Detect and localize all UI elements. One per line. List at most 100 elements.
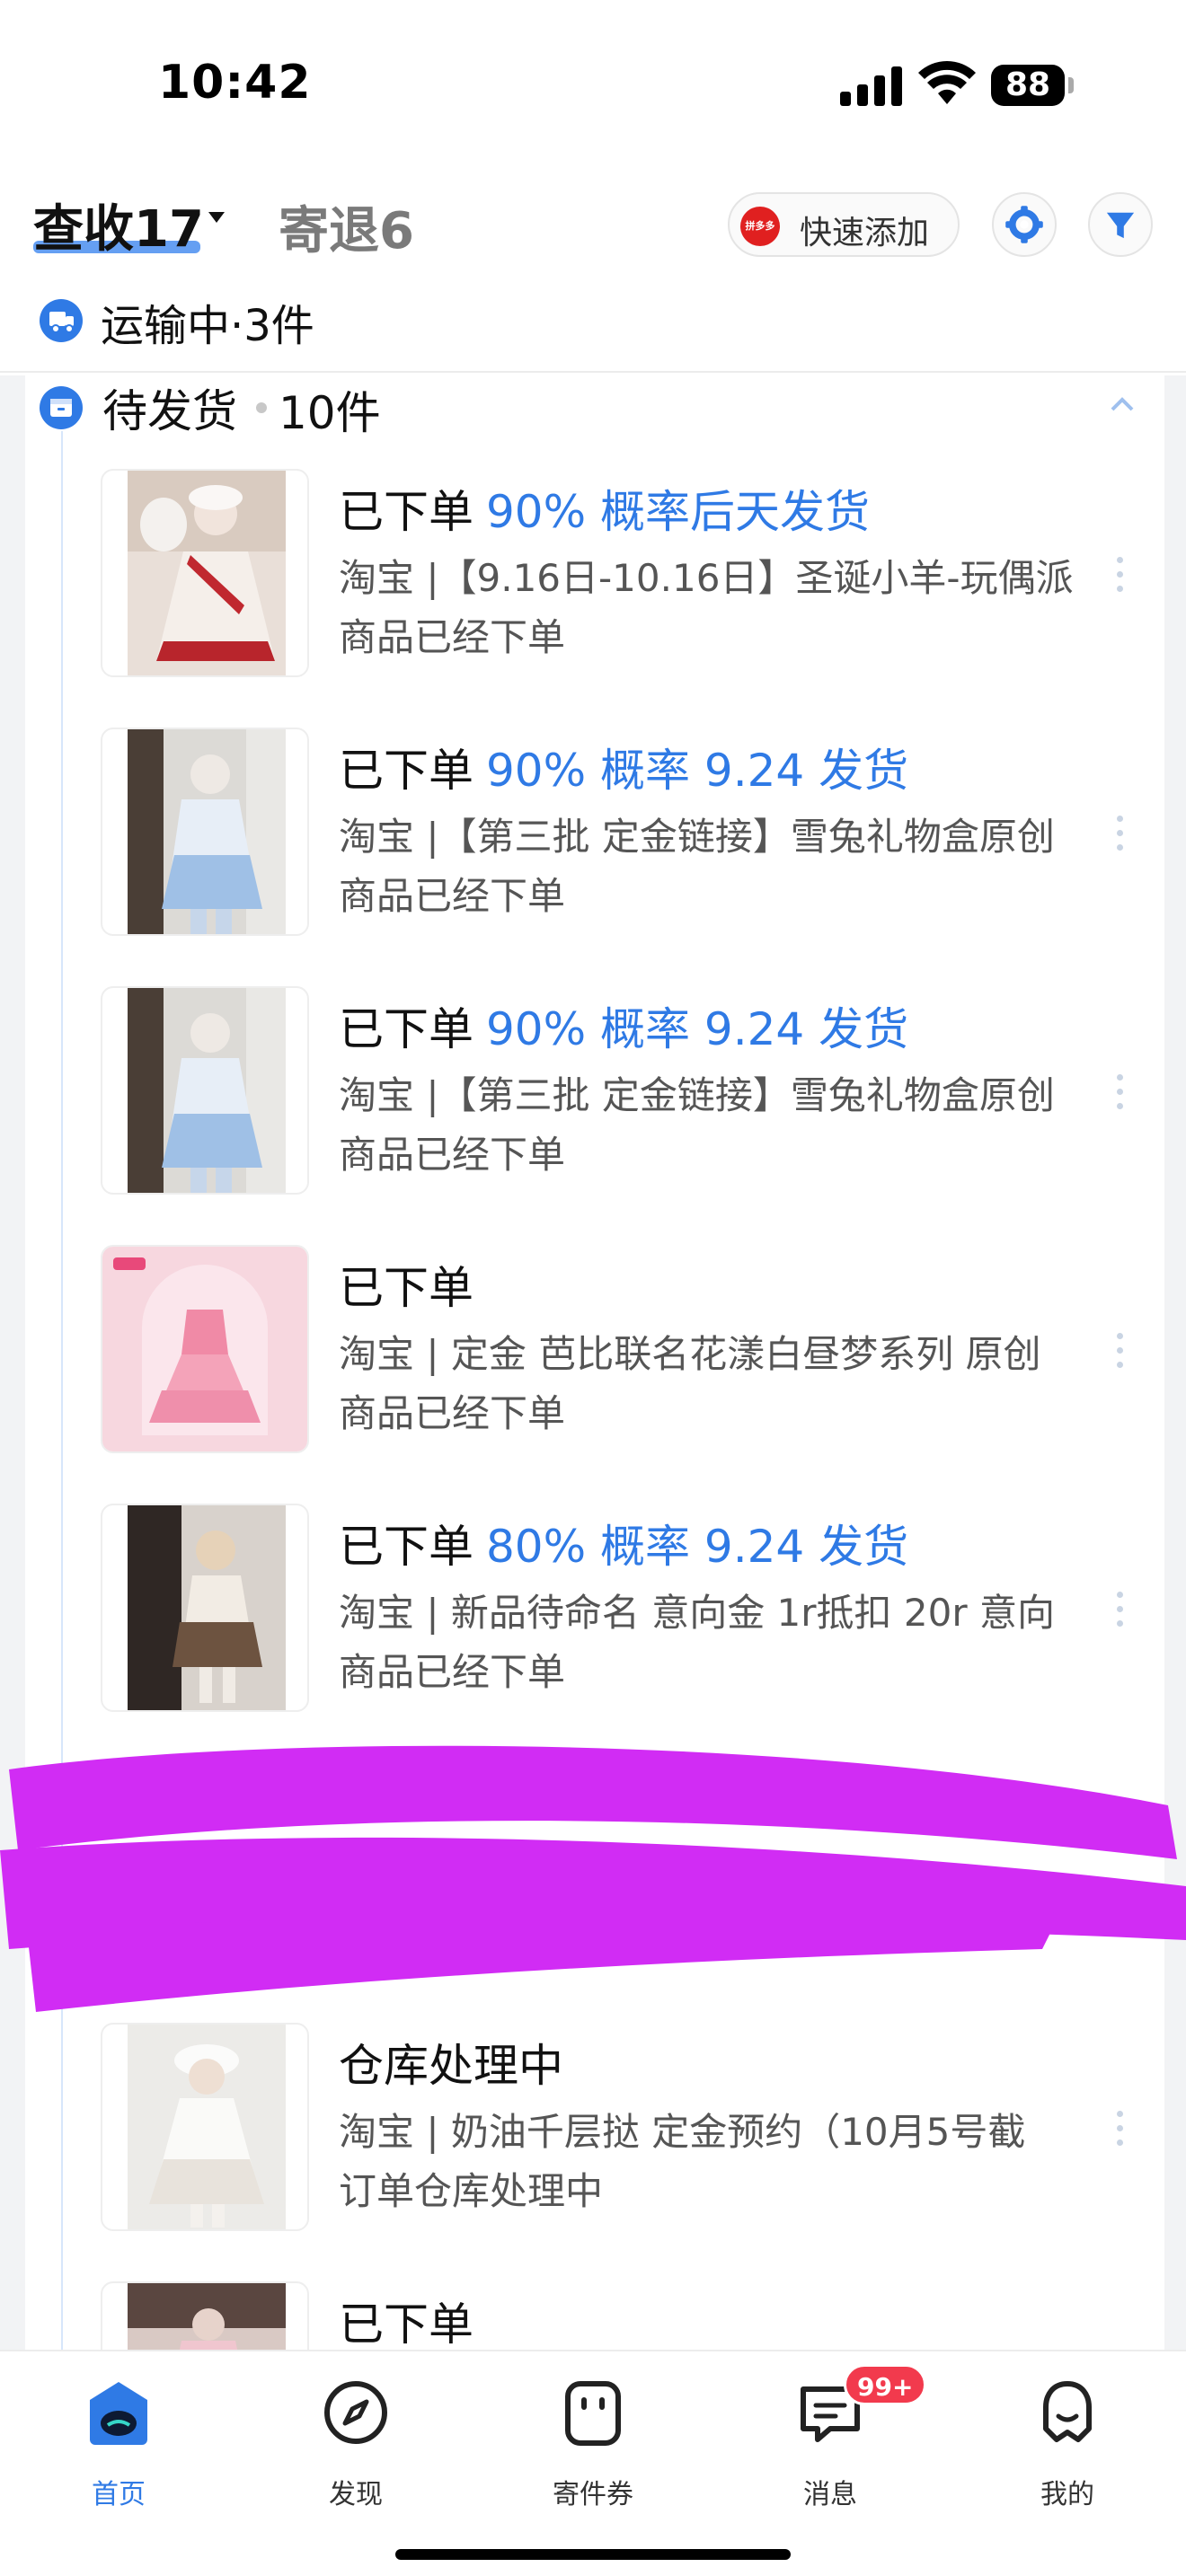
order-title: 淘宝 | 奶油千层挞 定金预约（10月5号截 (339, 2110, 1026, 2154)
product-thumbnail[interactable] (101, 728, 309, 936)
tab-messages[interactable]: 99+ 消息 (758, 2364, 927, 2515)
tab-profile[interactable]: 我的 (996, 2371, 1139, 2515)
order-title: 淘宝 |【9.16日-10.16日】圣诞小羊-玩偶派 (339, 556, 1074, 600)
more-options-icon[interactable] (1114, 1592, 1125, 1633)
separator-dot (256, 402, 267, 413)
unread-badge: 99+ (844, 2364, 927, 2405)
order-status: 已下单 (339, 1252, 486, 1317)
tab-discover[interactable]: 发现 (284, 2371, 428, 2515)
order-status-text: 已下单 (339, 1003, 474, 1055)
order-status: 仓库处理中 (339, 2030, 576, 2095)
tab-send-return[interactable]: 寄退6 (279, 190, 414, 263)
truck-icon (40, 299, 83, 342)
product-photo (128, 729, 286, 934)
battery-tip (1068, 77, 1074, 93)
tab-messages-label: 消息 (803, 2479, 857, 2510)
more-options-icon[interactable] (1114, 816, 1125, 857)
order-status-text: 已下单 (339, 486, 474, 538)
order-title: 淘宝 | 新品待命名 意向金 1r抵扣 20r 意向 (339, 1591, 1055, 1635)
redaction-scribble (0, 1745, 1186, 2012)
order-status-text: 已下单 (339, 2298, 474, 2351)
order-substatus: 商品已经下单 (339, 1133, 566, 1177)
tab-coupons-label: 寄件券 (553, 2479, 633, 2510)
chevron-down-icon[interactable] (208, 212, 225, 223)
order-substatus: 订单仓库处理中 (339, 2169, 604, 2213)
more-options-icon[interactable] (1114, 1333, 1125, 1374)
quick-add-label: 快速添加 (800, 215, 930, 251)
settings-button[interactable] (992, 192, 1057, 257)
product-thumbnail[interactable] (101, 1504, 309, 1712)
shipping-estimate: 80% 概率 9.24 发货 (486, 1521, 909, 1573)
tab-coupons[interactable]: 寄件券 (521, 2371, 665, 2515)
filter-icon (1106, 212, 1135, 239)
profile-icon (1043, 2381, 1092, 2442)
more-options-icon[interactable] (1114, 1074, 1125, 1116)
bottom-tab-bar: 首页 发现 寄件券 99+ 消息 我的 (0, 2350, 1186, 2576)
order-status-text: 已下单 (339, 745, 474, 797)
pending-count: 10件 (279, 387, 381, 439)
product-thumbnail[interactable] (101, 2281, 309, 2353)
in-transit-row[interactable]: 运输中·3件 (0, 283, 1186, 373)
order-status-text: 仓库处理中 (339, 2040, 563, 2092)
order-item[interactable]: 已下单 90% 概率后天发货 淘宝 |【9.16日-10.16日】圣诞小羊-玩偶派… (101, 469, 1143, 684)
order-title: 淘宝 | 定金 芭比联名花漾白昼梦系列 原创 (339, 1332, 1041, 1376)
product-photo (128, 471, 286, 675)
shipping-estimate: 90% 概率后天发货 (486, 486, 871, 538)
box-icon (40, 386, 83, 429)
wifi-icon (918, 61, 976, 104)
more-options-icon[interactable] (1114, 2111, 1125, 2152)
status-bar: 10:42 88 (0, 0, 1186, 171)
header: 查收17 寄退6 拼多多 快速添加 (0, 171, 1186, 278)
status-time: 10:42 (158, 56, 312, 110)
product-thumbnail[interactable] (101, 986, 309, 1195)
in-transit-label: 运输中·3件 (101, 301, 314, 351)
product-thumbnail[interactable] (101, 1245, 309, 1453)
order-substatus: 商品已经下单 (339, 874, 566, 918)
product-thumbnail[interactable] (101, 469, 309, 677)
gear-icon (1005, 206, 1043, 243)
order-item[interactable]: 已下单 (101, 2281, 1143, 2353)
tab-discover-label: 发现 (329, 2479, 383, 2510)
order-item[interactable]: 已下单 淘宝 | 定金 芭比联名花漾白昼梦系列 原创 商品已经下单 (101, 1245, 1143, 1460)
quick-add-button[interactable]: 拼多多 快速添加 (728, 192, 960, 257)
order-item[interactable]: 已下单 90% 概率 9.24 发货 淘宝 |【第三批 定金链接】雪兔礼物盒原创 … (101, 728, 1143, 943)
product-photo (128, 2283, 286, 2353)
left-gutter (0, 375, 25, 2351)
product-thumbnail[interactable] (101, 2023, 309, 2231)
battery-icon: 88 (991, 65, 1065, 106)
chevron-up-icon[interactable] (1109, 395, 1136, 413)
filter-button[interactable] (1088, 192, 1153, 257)
cellular-signal-icon (840, 65, 903, 106)
order-item[interactable]: 已下单 80% 概率 9.24 发货 淘宝 | 新品待命名 意向金 1r抵扣 20… (101, 1504, 1143, 1719)
order-status: 已下单 80% 概率 9.24 发货 (339, 1511, 908, 1575)
product-photo (128, 2025, 286, 2229)
pinduoduo-logo-icon: 拼多多 (740, 207, 780, 246)
timeline-line (61, 431, 63, 2353)
order-status-text: 已下单 (339, 1262, 474, 1314)
compass-icon (324, 2381, 387, 2444)
order-substatus: 商品已经下单 (339, 1650, 566, 1694)
more-options-icon[interactable] (1114, 557, 1125, 598)
tab-profile-label: 我的 (1040, 2479, 1094, 2510)
tab-home-label: 首页 (92, 2479, 146, 2510)
order-item[interactable]: 仓库处理中 淘宝 | 奶油千层挞 定金预约（10月5号截 订单仓库处理中 (101, 2023, 1143, 2238)
order-status: 已下单 90% 概率 9.24 发货 (339, 735, 908, 799)
product-photo (102, 1247, 307, 1451)
order-item[interactable]: 已下单 90% 概率 9.24 发货 淘宝 |【第三批 定金链接】雪兔礼物盒原创 … (101, 986, 1143, 1202)
pending-shipment-header[interactable]: 待发货 10件 (25, 375, 1164, 456)
order-title: 淘宝 |【第三批 定金链接】雪兔礼物盒原创 (339, 815, 1055, 859)
coupon-icon (565, 2381, 621, 2446)
home-indicator (395, 2549, 791, 2560)
pending-title: 待发货 (102, 385, 237, 437)
product-photo (128, 988, 286, 1193)
shipping-estimate: 90% 概率 9.24 发货 (486, 745, 909, 797)
order-substatus: 商品已经下单 (339, 615, 566, 659)
order-substatus: 商品已经下单 (339, 1391, 566, 1435)
home-icon (90, 2382, 147, 2445)
order-status: 已下单 (339, 2289, 474, 2353)
product-photo (128, 1505, 286, 1710)
order-status: 已下单 90% 概率 9.24 发货 (339, 993, 908, 1058)
tab-home[interactable]: 首页 (47, 2371, 190, 2515)
order-status-text: 已下单 (339, 1521, 474, 1573)
tab-receive[interactable]: 查收17 (33, 189, 204, 261)
